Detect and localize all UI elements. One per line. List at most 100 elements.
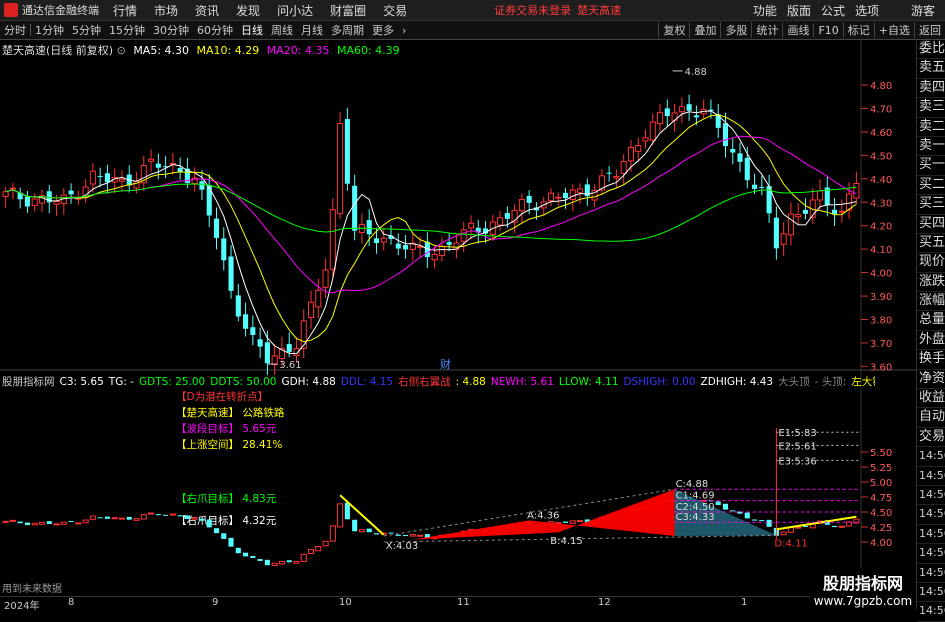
candle-body — [773, 217, 779, 249]
quote-panel-row[interactable]: 交易 — [917, 428, 945, 448]
ma60-line — [5, 183, 857, 242]
menu-wealth[interactable]: 财富圈 — [330, 2, 366, 19]
quote-panel-row[interactable]: 卖一 — [917, 137, 945, 157]
indicator-legend-item: 右侧右翼战 — [398, 376, 451, 388]
period-tab[interactable]: 月线 — [297, 22, 327, 38]
tool-back-button[interactable]: 返回 — [914, 22, 945, 38]
menu-function[interactable]: 功能 — [753, 2, 777, 19]
menu-layout[interactable]: 版面 — [787, 2, 811, 19]
period-tab[interactable]: 周线 — [267, 22, 297, 38]
indicator-legend-item: 股朋指标网 — [2, 376, 55, 388]
sub-candle — [337, 503, 344, 528]
candle — [780, 222, 787, 256]
tool-overlay-button[interactable]: 叠加 — [689, 22, 720, 38]
quote-panel-row[interactable]: 净资 — [917, 370, 945, 390]
quote-panel-row[interactable]: 卖三 — [917, 98, 945, 118]
period-tab[interactable]: 15分钟 — [105, 22, 149, 38]
period-tab[interactable]: 30分钟 — [149, 22, 193, 38]
sub-candle — [307, 549, 315, 554]
candle-body — [635, 145, 642, 152]
quote-panel-row[interactable]: 14:56 — [917, 486, 945, 506]
quote-panel-row[interactable]: 卖二 — [917, 118, 945, 137]
guest-button[interactable]: 游客 — [911, 2, 935, 19]
candle-body — [664, 108, 670, 117]
candle — [257, 327, 263, 359]
period-tab-daily[interactable]: 日线 — [237, 22, 267, 38]
menu-quotes[interactable]: 行情 — [113, 2, 137, 19]
sub-candle — [111, 517, 118, 520]
tool-stats-button[interactable]: 统计 — [751, 22, 782, 38]
point-a-label: A:4.36 — [527, 510, 559, 521]
candle — [518, 193, 525, 223]
quote-panel-row[interactable]: 14:56 — [917, 505, 945, 525]
period-tab[interactable]: 分时 — [0, 22, 30, 38]
time-label: 9 — [212, 597, 219, 608]
info-line: 【上涨空间】 28.41% — [176, 438, 282, 451]
login-warning[interactable]: 证券交易未登录 — [494, 2, 571, 18]
quote-panel-row[interactable]: 14:56 — [917, 467, 945, 486]
menu-news[interactable]: 资讯 — [195, 2, 219, 19]
quote-panel-row[interactable]: 卖四 — [917, 79, 945, 99]
candle — [591, 184, 598, 208]
candle-body — [307, 301, 315, 319]
quote-panel-row[interactable]: 委比 — [917, 40, 945, 60]
quote-panel-row[interactable]: 14:56 — [917, 447, 945, 467]
candle-body — [395, 243, 401, 249]
quote-panel-row[interactable]: 自动 — [917, 408, 945, 428]
candle-body — [613, 175, 620, 179]
candle-body — [68, 190, 74, 195]
tool-favorite-button[interactable]: +自选 — [873, 22, 914, 38]
quote-panel-row[interactable]: 14:56 — [917, 525, 945, 545]
period-tab[interactable]: 多周期 — [327, 22, 368, 38]
indicator-legend-item: - 头顶: — [814, 376, 847, 388]
tool-mark-button[interactable]: 标记 — [842, 22, 874, 38]
quote-panel-row[interactable]: 收益 — [917, 389, 945, 409]
menu-ask[interactable]: 问小达 — [277, 2, 313, 19]
period-tab[interactable]: 60分钟 — [193, 22, 237, 38]
quote-panel-row[interactable]: 买二 — [917, 176, 945, 196]
menu-formula[interactable]: 公式 — [821, 2, 845, 19]
sub-candle — [795, 526, 802, 529]
quote-panel-row[interactable]: 14:56 — [917, 564, 945, 583]
candle — [366, 209, 372, 246]
tool-draw-button[interactable]: 画线 — [782, 22, 813, 38]
quote-panel-row[interactable]: 买三 — [917, 195, 945, 215]
candle — [737, 142, 743, 173]
candle-body — [373, 238, 380, 244]
candle-body — [759, 186, 765, 188]
quote-panel-row[interactable]: 换手 — [917, 350, 945, 370]
quote-panel-row[interactable]: 卖五 — [917, 59, 945, 79]
quote-panel-row[interactable]: 14:56 — [917, 602, 945, 622]
period-tab[interactable]: 5分钟 — [68, 22, 105, 38]
quote-panel-row[interactable]: 买一 — [917, 156, 945, 176]
chevron-right-icon[interactable]: › — [398, 24, 410, 37]
menu-options[interactable]: 选项 — [855, 2, 879, 19]
claw-target-line: 【右爪目标】 4.83元 — [176, 492, 277, 505]
kline-chart-area[interactable]: 4.80 4.70 4.60 4.50 4.40 4.30 4.20 4.10 4.00 3.90… — [0, 40, 916, 596]
quote-panel-row[interactable]: 现价 — [917, 253, 945, 273]
menu-trade[interactable]: 交易 — [383, 2, 407, 19]
menu-market[interactable]: 市场 — [154, 2, 178, 19]
period-tab-more[interactable]: 更多 — [368, 22, 398, 38]
tool-f10-button[interactable]: F10 — [813, 23, 842, 37]
candle-body — [271, 355, 278, 366]
candle — [759, 175, 765, 196]
candle — [243, 302, 249, 337]
quote-panel-row[interactable]: 14:56 — [917, 583, 945, 603]
quote-panel-row[interactable]: 买四 — [917, 215, 945, 234]
quote-panel-row[interactable]: 总量 — [917, 311, 945, 331]
candle — [584, 178, 590, 206]
candle — [118, 170, 126, 191]
period-tab[interactable]: 1分钟 — [31, 22, 68, 38]
c-level-label: C:4.88 — [676, 479, 709, 490]
tool-multi-button[interactable]: 多股 — [720, 22, 751, 38]
quote-panel-row[interactable]: 买五 — [917, 234, 945, 254]
quote-panel-row[interactable]: 涨幅 — [917, 292, 945, 312]
candle — [838, 199, 845, 223]
sub-candle — [118, 517, 126, 520]
quote-panel-row[interactable]: 外盘 — [917, 331, 945, 351]
quote-panel-row[interactable]: 14:56 — [917, 544, 945, 564]
quote-panel-row[interactable]: 涨跌 — [917, 273, 945, 293]
menu-discover[interactable]: 发现 — [236, 2, 260, 19]
tool-adjust-button[interactable]: 复权 — [658, 22, 689, 38]
